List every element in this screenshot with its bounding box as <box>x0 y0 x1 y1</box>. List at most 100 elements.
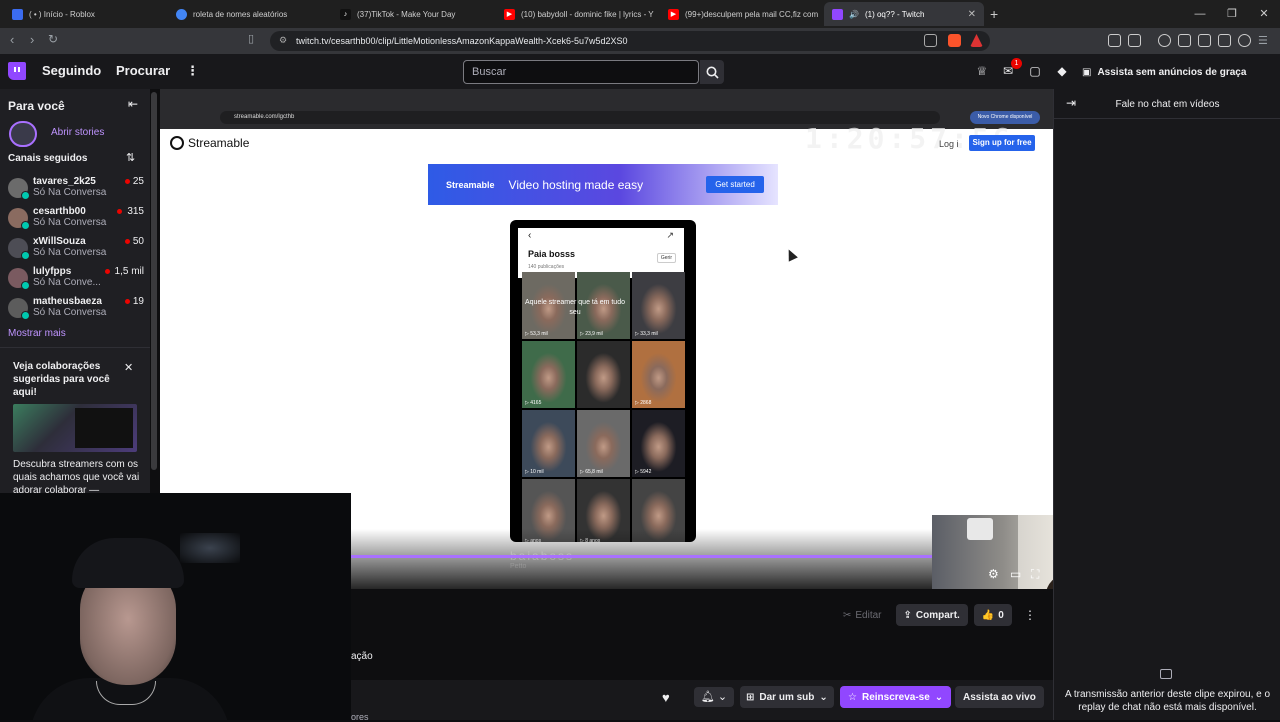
whispers-icon[interactable]: ▢ <box>1028 64 1042 78</box>
nav-following[interactable]: Seguindo <box>42 63 101 78</box>
new-tab-button[interactable]: + <box>990 6 998 22</box>
profile-header: ‹ ↗ Paia bosss 140 publicações Gerir <box>518 228 684 278</box>
nav-browse[interactable]: Procurar <box>116 63 170 78</box>
more-icon[interactable]: ⋮ <box>186 63 199 79</box>
air-conditioner <box>967 518 993 540</box>
banner-cta: Get started <box>706 176 764 193</box>
sidebar: Para você ⇤ Abrir stories Canais seguido… <box>0 89 150 496</box>
viewer-count: 1,5 mil <box>114 266 144 277</box>
sidebar-scrollbar[interactable] <box>151 92 157 470</box>
like-button[interactable]: 👍 0 <box>973 604 1012 626</box>
chat-title: Fale no chat em vídeos <box>1115 99 1220 110</box>
notification-bell-button[interactable]: 🔔︎ ⌄ <box>694 687 734 707</box>
sort-icon[interactable]: ⇅ <box>126 151 135 164</box>
twitch-logo-icon[interactable] <box>8 62 26 80</box>
site-info-icon[interactable]: ⚙ <box>279 35 287 46</box>
ad-free-button[interactable]: ▣ Assista sem anúncios de graça <box>1082 62 1246 82</box>
download-icon[interactable] <box>1218 34 1231 47</box>
reload-icon[interactable]: ↻ <box>48 32 58 46</box>
browser-tab[interactable]: roleta de nomes aleatórios <box>168 2 328 26</box>
edit-button[interactable]: ✂ Editar <box>835 604 890 626</box>
show-more-link[interactable]: Mostrar mais <box>8 328 66 339</box>
video-thumbnail: ▷ 65,8 mil <box>577 410 630 477</box>
captured-tab <box>532 91 590 105</box>
video-thumbnail: ▷ 2868 <box>632 341 685 408</box>
star-icon: ☆ <box>848 691 857 703</box>
browser-tab[interactable]: ( • ) Início - Roblox <box>4 2 164 26</box>
browser-tab[interactable]: ▶ (99+)desculpem pela mail CC,fiz com <box>660 2 820 26</box>
bits-icon[interactable]: ◆ <box>1055 64 1069 78</box>
truncated-text: ores <box>351 712 369 722</box>
sidebar-icon[interactable] <box>1178 34 1191 47</box>
tab-title: (10) babydoll - dominic fike | lyrics - … <box>521 9 654 19</box>
address-bar[interactable]: ⚙ twitch.tv/cesarthb00/clip/LittleMotion… <box>270 31 990 51</box>
sidebar-channel[interactable]: cesarthb00 Só Na Conversa 315 <box>8 206 146 234</box>
extension-icon[interactable] <box>1108 34 1121 47</box>
collab-preview-image[interactable] <box>13 404 137 452</box>
open-stories-link[interactable]: Abrir stories <box>51 127 104 138</box>
captured-tab <box>408 91 466 105</box>
heart-icon[interactable]: ♥ <box>662 690 670 705</box>
gift-sub-label: Dar um sub <box>759 691 815 703</box>
bookmark-icon[interactable]: ▯ <box>248 32 254 45</box>
back-icon[interactable]: ‹ <box>10 32 14 47</box>
subscribe-button[interactable]: ☆ Reinscreva-se ⌄ <box>840 686 952 708</box>
search-input[interactable]: Buscar <box>463 60 699 84</box>
category-icon <box>21 251 30 260</box>
sidebar-channel[interactable]: xWillSouza Só Na Conversa 50 <box>8 236 146 264</box>
minimize-icon[interactable]: — <box>1184 0 1216 28</box>
settings-gear-icon[interactable]: ⚙ <box>988 567 999 581</box>
profile-posts: 140 publicações <box>528 264 565 270</box>
maximize-icon[interactable]: ❐ <box>1216 0 1248 28</box>
channel-category: Só Na Conve... <box>33 277 101 288</box>
watch-live-button[interactable]: Assista ao vivo <box>955 686 1044 708</box>
close-tab-icon[interactable]: ✕ <box>968 9 976 20</box>
edit-label: Editar <box>855 609 882 621</box>
watch-live-label: Assista ao vivo <box>963 691 1036 703</box>
fullscreen-icon[interactable]: ⛶ <box>1031 567 1039 582</box>
avatar <box>8 238 30 260</box>
cap <box>72 538 184 588</box>
thumbnail-views: ▷ 33,3 mil <box>635 331 658 337</box>
browser-tab-active[interactable]: 🔊 (1) oq?? - Twitch ✕ <box>824 2 984 26</box>
close-icon[interactable]: ✕ <box>124 361 133 374</box>
mouse-cursor-icon <box>784 247 798 262</box>
brave-icon[interactable] <box>948 34 961 47</box>
scissors-icon: ✂ <box>843 609 852 621</box>
extension-icon[interactable] <box>1128 34 1141 47</box>
share-icon: ⇪ <box>903 609 912 621</box>
chevron-down-icon: ⌄ <box>819 691 828 703</box>
collapse-sidebar-icon[interactable]: ⇤ <box>128 97 138 111</box>
share-icon[interactable] <box>924 34 937 47</box>
crown-icon[interactable]: ♕ <box>975 64 989 78</box>
avatar <box>8 208 30 230</box>
sidebar-channel[interactable]: tavares_2k25 Só Na Conversa 25 <box>8 176 146 204</box>
share-label: Compart. <box>915 609 960 621</box>
roblox-icon <box>12 8 23 20</box>
chat-header: ⇥ Fale no chat em vídeos <box>1054 89 1280 119</box>
thumbs-up-icon: 👍 <box>981 609 995 621</box>
menu-icon[interactable]: ☰ <box>1258 34 1268 47</box>
forward-icon[interactable]: › <box>30 32 34 47</box>
more-options-icon[interactable]: ⋮ <box>1024 608 1036 622</box>
theatre-mode-icon[interactable]: ▭ <box>1010 567 1021 581</box>
share-button[interactable]: ⇪ Compart. <box>895 604 968 626</box>
sidebar-channel[interactable]: lulyfpps Só Na Conve... 1,5 mil <box>8 266 146 294</box>
close-window-icon[interactable]: ✕ <box>1248 0 1280 28</box>
gift-sub-button[interactable]: ⊞ Dar um sub ⌄ <box>740 686 834 708</box>
stories-avatar[interactable] <box>9 121 37 147</box>
subscribe-label: Reinscreva-se <box>861 691 930 703</box>
live-dot-icon <box>125 179 130 184</box>
avatar <box>8 268 30 290</box>
vpn-icon[interactable] <box>1238 34 1251 47</box>
captured-tab <box>780 91 838 105</box>
media-icon[interactable] <box>1158 34 1171 47</box>
browser-tab[interactable]: ▶ (10) babydoll - dominic fike | lyrics … <box>496 2 656 26</box>
tab-title: (99+)desculpem pela mail CC,fiz com <box>685 9 819 19</box>
captured-tab <box>842 91 900 105</box>
sidebar-channel[interactable]: matheusbaeza Só Na Conversa 19 <box>8 296 146 324</box>
wallet-icon[interactable] <box>1198 34 1211 47</box>
search-button[interactable] <box>700 60 724 84</box>
browser-tab[interactable]: ♪ (37)TikTok - Make Your Day <box>332 2 492 26</box>
window-controls: — ❐ ✕ <box>1184 0 1280 28</box>
